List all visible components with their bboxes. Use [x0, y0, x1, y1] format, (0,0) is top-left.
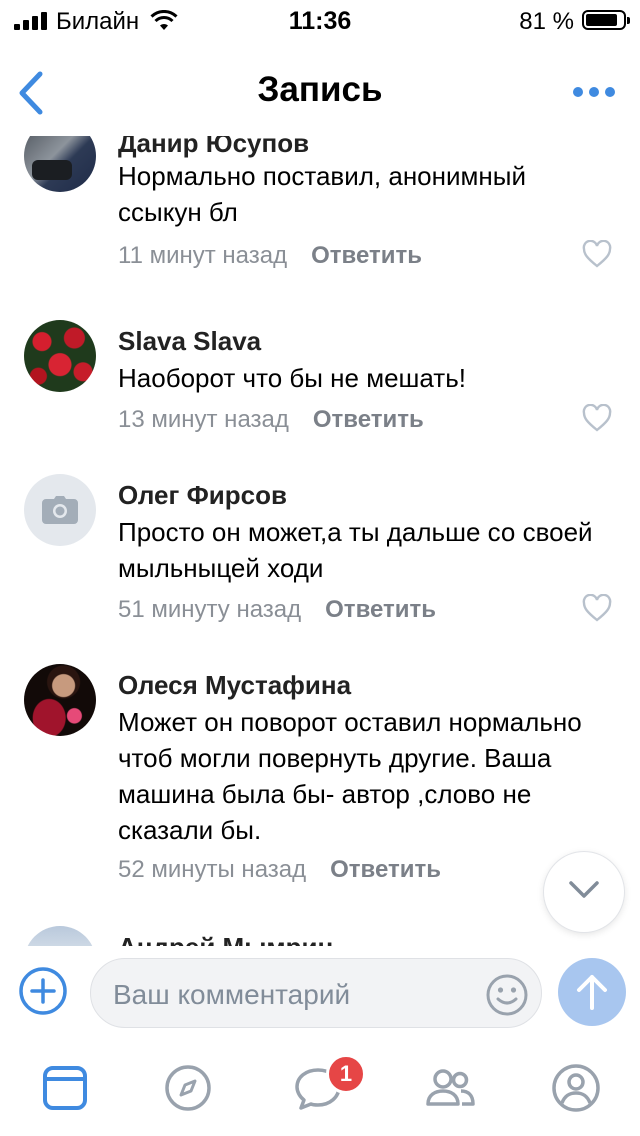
arrow-up-icon [577, 975, 607, 1010]
comment-author[interactable]: Олеся Мустафина [118, 670, 351, 701]
comment-item: Slava Slava Наоборот что бы не мешать! 1… [0, 320, 640, 460]
comment-input[interactable]: Ваш комментарий [90, 958, 542, 1028]
reply-button[interactable]: Ответить [313, 406, 424, 433]
avatar[interactable] [24, 664, 96, 736]
page-title: Запись [257, 70, 383, 109]
emoji-icon[interactable] [485, 973, 529, 1017]
status-bar: Билайн 11:36 81 % [0, 0, 640, 40]
friends-icon[interactable] [424, 1062, 476, 1114]
comment-meta: 52 минуты назад Ответить [118, 856, 441, 884]
comment-text: Может он поворот оставил нормально чтоб … [118, 707, 582, 845]
camera-icon [42, 496, 78, 524]
explore-icon[interactable] [162, 1062, 214, 1114]
comment-author[interactable]: Данир Юсупов [118, 136, 309, 159]
comment-author[interactable]: Андрей Мымрин [118, 932, 333, 946]
comment-item: Андрей Мымрин [0, 926, 640, 946]
comment-input-placeholder: Ваш комментарий [113, 979, 351, 1010]
battery-icon [582, 10, 630, 30]
avatar[interactable] [24, 474, 96, 546]
profile-icon[interactable] [550, 1062, 602, 1114]
comment-meta: 51 минуту назад Ответить [118, 596, 436, 624]
comment-time: 52 минуты назад [118, 856, 307, 883]
heart-icon[interactable] [582, 240, 612, 268]
reply-button[interactable]: Ответить [330, 856, 441, 883]
comment-author[interactable]: Slava Slava [118, 326, 261, 357]
comment-item: Олег Фирсов Просто он может,а ты дальше … [0, 474, 640, 634]
comment-time: 13 минут назад [118, 406, 289, 433]
comment-composer: Ваш комментарий [0, 946, 640, 1040]
battery-percent: 81 % [519, 8, 574, 35]
newsfeed-icon[interactable] [40, 1062, 92, 1114]
comment-time: 51 минуту назад [118, 596, 302, 623]
comment-item: Данир Юсупов Нормально поставил, анонимн… [0, 136, 640, 286]
comment-text: Нормально поставил, анонимный ссыкун бл [118, 161, 526, 227]
more-horizontal-icon[interactable] [572, 84, 616, 100]
comment-meta: 13 минут назад Ответить [118, 406, 424, 434]
avatar[interactable] [24, 320, 96, 392]
comment-meta: 11 минут назад Ответить [118, 242, 422, 270]
avatar[interactable] [24, 926, 96, 946]
comment-text: Наоборот что бы не мешать! [118, 363, 466, 393]
chevron-down-icon [569, 881, 599, 898]
avatar[interactable] [24, 136, 96, 192]
comment-item: Олеся Мустафина Может он поворот оставил… [0, 664, 640, 904]
add-attachment-icon[interactable] [18, 966, 68, 1016]
header: Запись [0, 48, 640, 136]
send-button[interactable] [558, 958, 626, 1026]
comment-author[interactable]: Олег Фирсов [118, 480, 287, 511]
comments-list[interactable]: Данир Юсупов Нормально поставил, анонимн… [0, 136, 640, 946]
comment-time: 11 минут назад [118, 242, 288, 269]
heart-icon[interactable] [582, 404, 612, 432]
messages-badge: 1 [326, 1054, 366, 1094]
tab-bar: 1 [0, 1040, 640, 1136]
comment-text: Просто он может,а ты дальше со своей мыл… [118, 517, 593, 583]
scroll-down-button[interactable] [544, 852, 624, 932]
heart-icon[interactable] [582, 594, 612, 622]
reply-button[interactable]: Ответить [325, 596, 436, 623]
reply-button[interactable]: Ответить [311, 242, 422, 269]
